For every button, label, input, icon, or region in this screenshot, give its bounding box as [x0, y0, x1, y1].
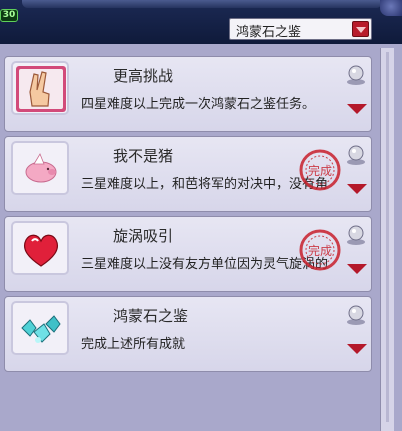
- expand-arrow-button[interactable]: [347, 104, 367, 114]
- achievement-icon-frame: [11, 61, 69, 115]
- expand-arrow-button[interactable]: [347, 344, 367, 354]
- level-badge: 30: [0, 9, 18, 22]
- completed-stamp: 完成: [299, 149, 341, 191]
- top-bar: 30 鸿蒙石之鉴: [0, 0, 402, 44]
- peace-hand-icon: [16, 66, 66, 112]
- achievement-description: 四星难度以上完成一次鸿蒙石之鉴任务。: [81, 97, 316, 112]
- top-strip: [22, 0, 382, 8]
- scrollbar-track[interactable]: [386, 52, 389, 422]
- achievement-icon-frame: [11, 301, 69, 355]
- achievement-card: 旋涡吸引 三星难度以上没有友方单位因为灵气旋涡的 完成: [4, 216, 372, 292]
- medal-icon: [347, 305, 365, 325]
- medal-icon: [347, 145, 365, 165]
- achievement-card: 鸿蒙石之鉴 完成上述所有成就: [4, 296, 372, 372]
- medal-icon: [347, 65, 365, 85]
- achievement-icon-frame: [11, 221, 69, 275]
- dropdown-selected-label: 鸿蒙石之鉴: [236, 25, 302, 40]
- achievement-title: 旋涡吸引: [113, 227, 174, 245]
- stamp-text: 完成: [308, 163, 332, 178]
- achievement-title: 我不是猪: [113, 147, 174, 165]
- completed-stamp: 完成: [299, 229, 341, 271]
- dropdown-arrow-button[interactable]: [352, 21, 369, 37]
- scrollbar[interactable]: [380, 48, 394, 431]
- corner-orb-icon: [380, 0, 402, 16]
- achievement-icon-frame: [11, 141, 69, 195]
- achievement-card: 更高挑战 四星难度以上完成一次鸿蒙石之鉴任务。: [4, 56, 372, 132]
- achievement-title: 鸿蒙石之鉴: [113, 307, 189, 325]
- achievement-card: 我不是猪 三星难度以上，和芭将军的对决中，没有角 完成: [4, 136, 372, 212]
- category-dropdown[interactable]: 鸿蒙石之鉴: [229, 18, 372, 40]
- heart-icon: [23, 234, 59, 267]
- medal-icon: [347, 225, 365, 245]
- stamp-text: 完成: [308, 243, 332, 258]
- expand-arrow-button[interactable]: [347, 184, 367, 194]
- flying-pig-icon: [25, 153, 57, 183]
- crystal-cluster-icon: [21, 315, 61, 343]
- achievement-title: 更高挑战: [113, 67, 174, 85]
- achievement-description: 完成上述所有成就: [81, 337, 186, 352]
- expand-arrow-button[interactable]: [347, 264, 367, 274]
